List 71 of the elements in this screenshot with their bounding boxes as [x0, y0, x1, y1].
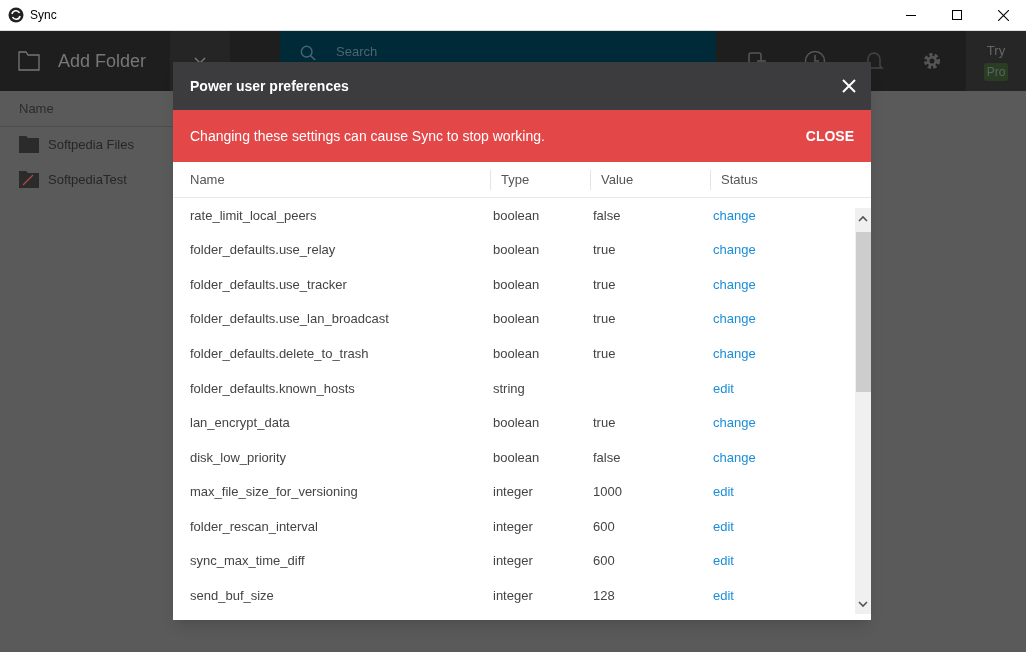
- change-link[interactable]: change: [713, 309, 756, 329]
- table-cell-text: max_file_size_for_versioning: [189, 483, 359, 502]
- table-cell-text: boolean: [492, 448, 541, 467]
- table-cell-text: boolean: [492, 206, 541, 225]
- table-cell-text: send_buf_size: [189, 587, 275, 606]
- warning-message: Changing these settings can cause Sync to stop working.: [190, 126, 545, 146]
- folder-icon: [19, 136, 39, 153]
- change-link[interactable]: change: [713, 343, 756, 364]
- broken-folder-icon: [19, 171, 39, 188]
- table-cell: false: [593, 207, 621, 223]
- column-header[interactable]: Type: [501, 169, 530, 190]
- table-cell: true: [593, 311, 616, 327]
- table-cell-text: rate_limit_local_peers: [189, 206, 318, 225]
- table-cell-text: boolean: [492, 275, 541, 294]
- add-folder-button[interactable]: Add Folder: [0, 31, 170, 91]
- table-cell-text: boolean: [492, 310, 541, 329]
- table-cell-text: boolean: [492, 344, 541, 363]
- scrollbar-thumb[interactable]: [855, 232, 871, 392]
- table-cell-text: boolean: [492, 414, 541, 433]
- table-cell: true: [593, 242, 616, 258]
- edit-link[interactable]: edit: [713, 551, 734, 571]
- table-cell: false: [593, 449, 621, 465]
- table-cell: 128: [593, 588, 615, 604]
- scroll-down-icon[interactable]: [858, 601, 868, 608]
- column-header[interactable]: Status: [721, 169, 758, 190]
- column-header[interactable]: Name: [190, 169, 225, 190]
- scrollbar[interactable]: [855, 208, 871, 614]
- table-cell: 600: [593, 553, 615, 569]
- table-cell-text: folder_defaults.known_hosts: [189, 379, 356, 398]
- edit-link[interactable]: edit: [713, 586, 734, 606]
- table-cell: true: [593, 276, 616, 292]
- close-warning-button[interactable]: CLOSE: [805, 125, 854, 147]
- app-logo-icon: [8, 7, 24, 23]
- table-cell-text: boolean: [492, 241, 541, 260]
- close-icon[interactable]: [842, 78, 858, 94]
- table-cell-text: folder_defaults.use_tracker: [189, 275, 348, 294]
- close-icon: [997, 9, 1009, 21]
- table-cell-text: integer: [492, 517, 534, 536]
- table-cell-text: integer: [492, 587, 534, 606]
- minimize-icon: [906, 14, 916, 16]
- change-link[interactable]: change: [713, 447, 756, 468]
- window-title: Sync: [30, 7, 57, 24]
- edit-link[interactable]: edit: [713, 482, 734, 502]
- table-cell-text: string: [492, 379, 526, 398]
- table-cell: true: [593, 345, 616, 361]
- maximize-icon: [952, 10, 962, 20]
- table-cell-text: lan_encrypt_data: [189, 414, 291, 433]
- table-cell-text: integer: [492, 483, 534, 502]
- table-cell-text: integer: [492, 552, 534, 571]
- folder-icon: [18, 51, 40, 71]
- table-cell-text: folder_defaults.use_relay: [189, 241, 337, 260]
- edit-link[interactable]: edit: [713, 378, 734, 398]
- change-link[interactable]: change: [713, 240, 756, 260]
- change-link[interactable]: change: [713, 413, 756, 433]
- change-link[interactable]: change: [713, 205, 756, 226]
- table-cell-text: disk_low_priority: [189, 448, 288, 467]
- search-icon: [300, 45, 316, 61]
- table-cell-text: folder_rescan_interval: [189, 517, 319, 536]
- edit-link[interactable]: edit: [713, 516, 734, 537]
- table-cell: true: [593, 415, 616, 431]
- try-label: Try: [986, 41, 1006, 60]
- column-header[interactable]: Value: [601, 169, 634, 190]
- table-cell-text: folder_defaults.use_lan_broadcast: [189, 310, 390, 329]
- change-link[interactable]: change: [713, 274, 756, 295]
- scroll-up-icon[interactable]: [858, 215, 868, 222]
- chevron-down-icon: [194, 57, 206, 65]
- table-cell-text: folder_defaults.delete_to_trash: [189, 344, 370, 363]
- table-cell: 600: [593, 518, 615, 534]
- pro-badge[interactable]: Pro: [983, 63, 1009, 82]
- table-cell-text: sync_max_time_diff: [189, 552, 306, 571]
- table-cell: 1000: [593, 484, 622, 500]
